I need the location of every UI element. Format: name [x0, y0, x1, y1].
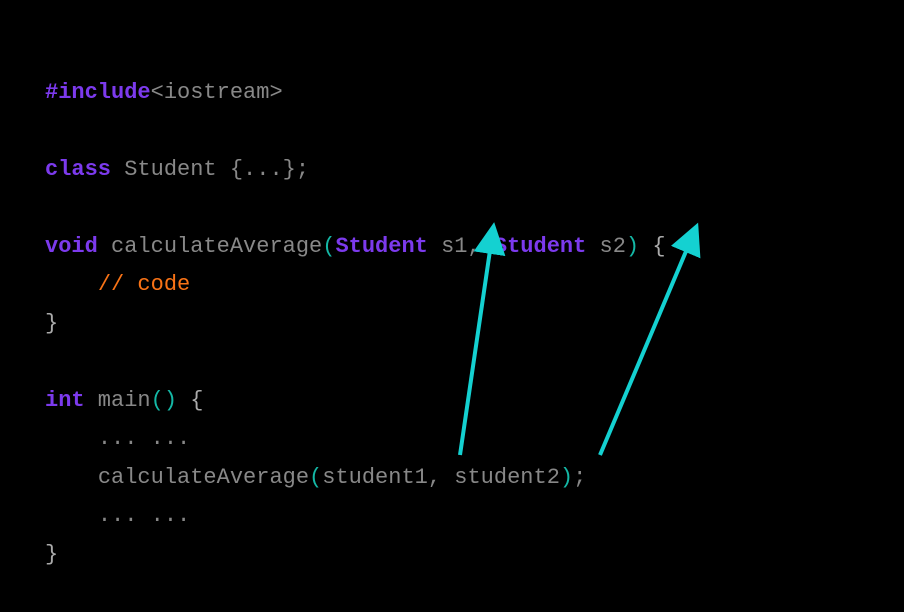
call-paren-close: ) — [560, 465, 573, 490]
indent — [45, 503, 98, 528]
code-line-6: // code — [45, 272, 190, 297]
class-body: {...}; — [230, 157, 309, 182]
call-comma: , — [428, 465, 454, 490]
code-line-7: } — [45, 311, 58, 336]
dots: ... ... — [98, 426, 190, 451]
param-2: s2 — [586, 234, 626, 259]
paren-open: ( — [322, 234, 335, 259]
arg-1: student1 — [322, 465, 428, 490]
code-line-10: ... ... — [45, 426, 190, 451]
int-keyword: int — [45, 388, 85, 413]
code-line-5: void calculateAverage(Student s1, Studen… — [45, 234, 666, 259]
brace-open: { — [639, 234, 665, 259]
code-line-12: ... ... — [45, 503, 190, 528]
param-1: s1 — [428, 234, 468, 259]
class-keyword: class — [45, 157, 111, 182]
brace-open: { — [177, 388, 203, 413]
include-header: <iostream> — [151, 80, 283, 105]
main-name: main — [85, 388, 151, 413]
paren-close: ) — [626, 234, 639, 259]
code-block: #include<iostream> class Student {...}; … — [0, 0, 904, 609]
func-name: calculateAverage — [98, 234, 322, 259]
code-line-9: int main() { — [45, 388, 203, 413]
code-line-3: class Student {...}; — [45, 157, 309, 182]
call-paren-open: ( — [309, 465, 322, 490]
dots: ... ... — [98, 503, 190, 528]
code-line-1: #include<iostream> — [45, 80, 283, 105]
indent — [45, 426, 98, 451]
code-line-11: calculateAverage(student1, student2); — [45, 465, 586, 490]
class-name: Student — [111, 157, 230, 182]
comment: // code — [98, 272, 190, 297]
indent — [45, 465, 98, 490]
code-line-13: } — [45, 542, 58, 567]
call-name: calculateAverage — [98, 465, 309, 490]
main-parens: () — [151, 388, 177, 413]
semicolon: ; — [573, 465, 586, 490]
arg-2: student2 — [454, 465, 560, 490]
void-keyword: void — [45, 234, 98, 259]
param-type-2: Student — [494, 234, 586, 259]
indent — [45, 272, 98, 297]
brace-close: } — [45, 311, 58, 336]
comma: , — [467, 234, 493, 259]
brace-close: } — [45, 542, 58, 567]
include-keyword: #include — [45, 80, 151, 105]
param-type-1: Student — [335, 234, 427, 259]
